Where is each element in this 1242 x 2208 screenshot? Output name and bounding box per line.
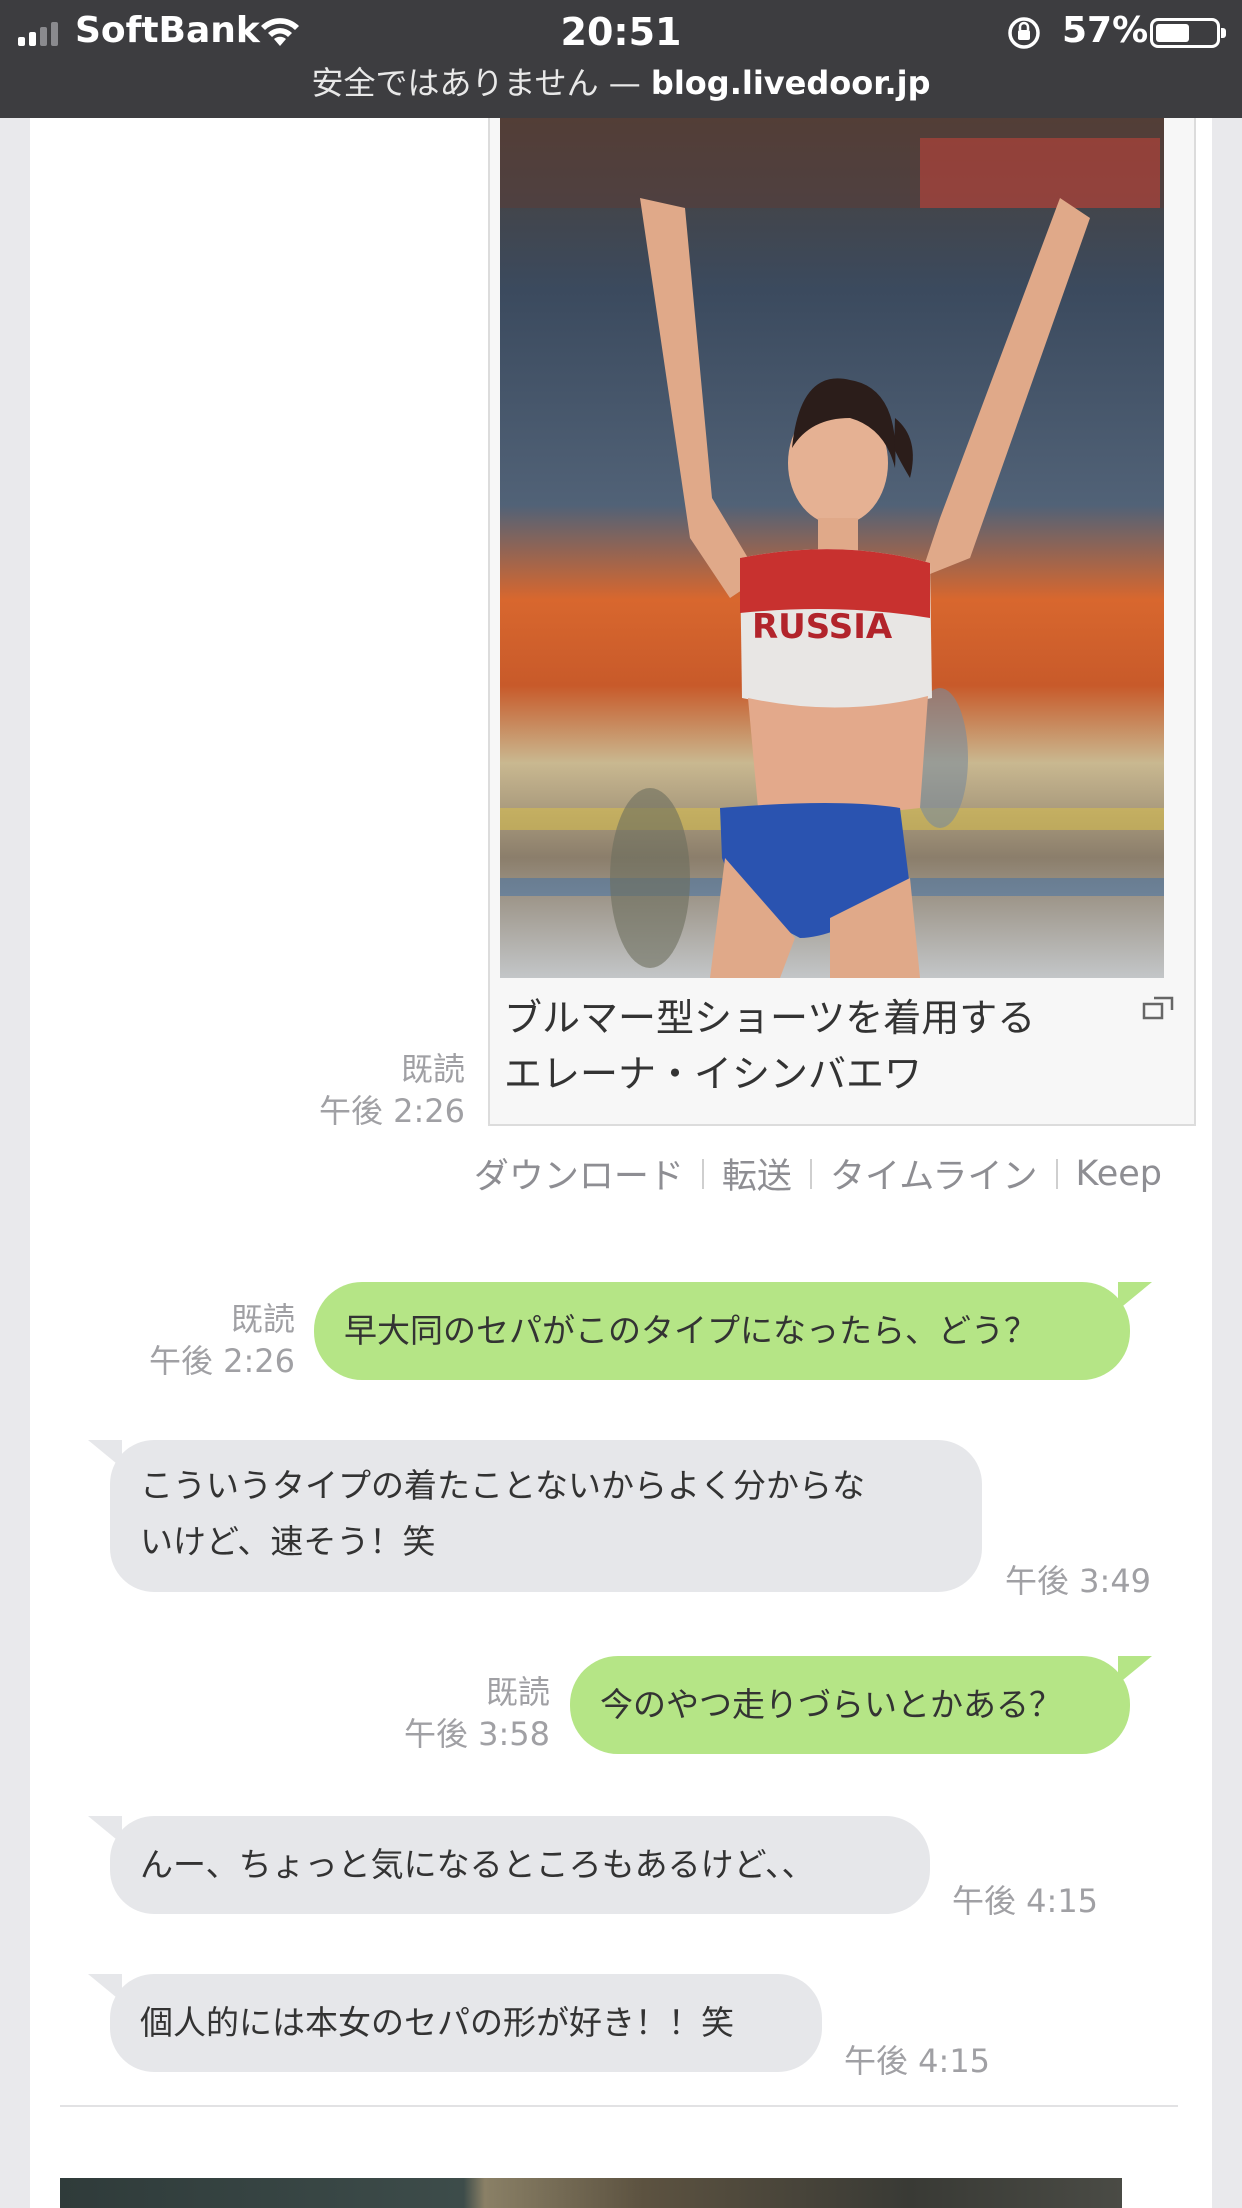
rotation-lock-icon [1005, 14, 1043, 56]
timeline-link[interactable]: タイムライン [830, 1148, 1038, 1199]
divider [60, 2105, 1178, 2107]
message-text: んー、ちょっと気になるところもあるけど、、 [140, 1845, 815, 1884]
separator [1055, 1158, 1058, 1189]
security-warning: 安全ではありません — [311, 64, 641, 102]
read-receipt: 既読 [230, 1300, 295, 1338]
message-text: 今のやつ走りづらいとかある？ [600, 1685, 1062, 1724]
caption-line-2: エレーナ・イシンバエワ [504, 1052, 923, 1096]
expand-icon[interactable] [1142, 994, 1176, 1026]
message-text-line-1: こういうタイプの着たことないからよく分からな [140, 1466, 866, 1505]
message-text: 早大同のセパがこのタイプになったら、どう？ [344, 1311, 1037, 1350]
read-receipt: 既読 [400, 1050, 465, 1088]
photo-jersey-text: RUSSIA [752, 607, 893, 647]
read-receipt: 既読 [485, 1673, 550, 1711]
image-message[interactable]: RUSSIA ブルマー型ショーツを着用する エレーナ・イシンバエワ [488, 118, 1196, 1126]
message-time: 午後 2:26 [318, 1092, 465, 1130]
message-time: 午後 3:58 [403, 1715, 550, 1753]
status-bar: SoftBank 20:51 57% 安全ではありません — blog.live… [0, 0, 1242, 118]
forward-link[interactable]: 転送 [722, 1148, 792, 1199]
clock: 20:51 [560, 10, 682, 54]
message-time: 午後 2:26 [148, 1342, 295, 1380]
received-message-bubble[interactable]: こういうタイプの着たことないからよく分からな いけど、速そう！笑 [88, 1440, 982, 1592]
image-actions: ダウンロード 転送 タイムライン Keep [474, 1148, 1162, 1199]
image-caption: ブルマー型ショーツを着用する エレーナ・イシンバエワ [504, 990, 1144, 1102]
message-text: 個人的には本女のセパの形が好き！！笑 [140, 2003, 734, 2042]
message-time: 午後 4:15 [952, 1882, 1099, 1920]
caption-line-1: ブルマー型ショーツを着用する [504, 996, 1036, 1040]
chat-log-card: RUSSIA ブルマー型ショーツを着用する エレーナ・イシンバエワ 既読 午後 … [30, 118, 1212, 2208]
image-message-meta: 既読 午後 2:26 [280, 1048, 465, 1132]
keep-link[interactable]: Keep [1076, 1154, 1163, 1194]
separator [701, 1158, 704, 1189]
athlete-photo[interactable]: RUSSIA [500, 118, 1164, 978]
battery-percent: 57% [1062, 10, 1149, 51]
received-message-bubble[interactable]: んー、ちょっと気になるところもあるけど、、 [88, 1816, 930, 1914]
site-domain: blog.livedoor.jp [650, 64, 931, 102]
message-text-line-2: いけど、速そう！笑 [140, 1522, 436, 1561]
received-message-bubble[interactable]: 個人的には本女のセパの形が好き！！笑 [88, 1974, 822, 2072]
message-meta: 既読 午後 2:26 [120, 1298, 295, 1382]
download-link[interactable]: ダウンロード [474, 1148, 684, 1199]
message-time: 午後 3:49 [1005, 1562, 1152, 1600]
next-image-preview[interactable] [60, 2178, 1122, 2208]
sent-message-bubble[interactable]: 早大同のセパがこのタイプになったら、どう？ [314, 1282, 1152, 1380]
sent-message-bubble[interactable]: 今のやつ走りづらいとかある？ [570, 1656, 1152, 1754]
separator [809, 1158, 812, 1189]
address-bar[interactable]: 安全ではありません — blog.livedoor.jp [0, 58, 1242, 104]
battery-icon [1150, 18, 1226, 48]
message-time: 午後 4:15 [844, 2042, 991, 2080]
message-meta: 既読 午後 3:58 [360, 1671, 550, 1755]
